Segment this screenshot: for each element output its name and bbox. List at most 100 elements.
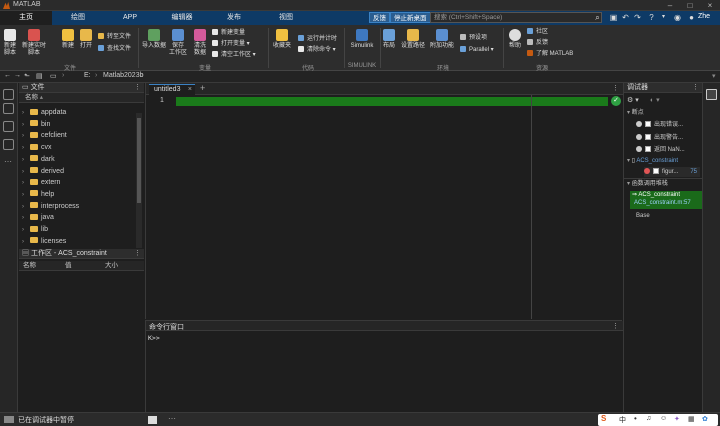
layout-button[interactable]: 布局: [381, 29, 397, 50]
user-avatar-icon[interactable]: ●: [686, 12, 697, 23]
list-item[interactable]: › licenses: [22, 236, 66, 248]
close-tab-icon[interactable]: ×: [188, 85, 192, 95]
add-tab-icon[interactable]: +: [200, 83, 205, 93]
favorites-button[interactable]: 收藏夹: [271, 29, 293, 50]
panel-menu-icon[interactable]: ⋮: [612, 322, 619, 330]
checkbox[interactable]: [645, 121, 651, 127]
microphone-icon[interactable]: ♫: [646, 415, 651, 422]
parallel-button[interactable]: Parallel ▾: [460, 46, 494, 54]
list-item[interactable]: › derived: [22, 166, 64, 178]
run-and-time-button[interactable]: 运行并计时: [298, 35, 337, 43]
back-arrow-icon[interactable]: ←: [4, 72, 11, 79]
search-input[interactable]: 搜索 (Ctrl+Shift+Space): [430, 12, 602, 23]
notification-icon[interactable]: ◉: [672, 12, 683, 23]
files-panel-icon[interactable]: [3, 89, 14, 100]
debug-options-icon[interactable]: ◐ ▾: [650, 96, 660, 104]
project-panel-icon[interactable]: [3, 121, 14, 132]
list-item[interactable]: › cvx: [22, 142, 52, 154]
tab-publish[interactable]: 发布: [208, 11, 260, 25]
column-name[interactable]: 名称: [23, 261, 36, 271]
list-item[interactable]: › lib: [22, 224, 48, 236]
help-button[interactable]: 帮助: [507, 29, 523, 50]
browse-folder-icon[interactable]: ▤: [36, 72, 43, 80]
history-panel-icon[interactable]: [3, 139, 14, 150]
punctuation-icon[interactable]: •: [634, 414, 637, 423]
emoji-icon[interactable]: ☺: [660, 415, 667, 422]
save-workspace-button[interactable]: 保存 工作区: [168, 29, 188, 57]
list-item[interactable]: › extern: [22, 177, 60, 189]
checkbox[interactable]: [645, 146, 651, 152]
ime-language[interactable]: 中: [619, 415, 626, 425]
maximize-icon[interactable]: □: [680, 0, 700, 11]
ime-logo-icon[interactable]: S: [601, 414, 606, 423]
clear-workspace-button[interactable]: 清空工作区 ▾: [212, 51, 256, 59]
clean-data-button[interactable]: 清洗 数据: [190, 29, 210, 57]
stop-new-desktop-button[interactable]: 停止新桌面: [390, 12, 431, 23]
code-analyzer-ok-icon[interactable]: ✓: [611, 96, 621, 106]
preferences-button[interactable]: 预设项: [460, 34, 487, 42]
addons-button[interactable]: 附加功能: [428, 29, 456, 50]
new-script-button[interactable]: 新建 脚本: [1, 29, 19, 57]
list-item[interactable]: 出现警告...: [636, 133, 683, 143]
up-folder-icon[interactable]: ⬑: [24, 72, 30, 80]
help-icon[interactable]: ?: [646, 12, 657, 23]
tab-editor[interactable]: 编辑器: [156, 11, 208, 25]
new-live-script-button[interactable]: 新建实时脚本: [21, 29, 47, 57]
breakpoint-file[interactable]: ▾ ▯ ACS_constraint: [627, 156, 678, 166]
debug-settings-icon[interactable]: ⚙ ▾: [627, 96, 639, 104]
file-column-header[interactable]: 名称 ▴: [19, 93, 144, 103]
skin-icon[interactable]: ✦: [674, 415, 680, 423]
feedback-button[interactable]: 反馈: [369, 12, 390, 23]
list-item[interactable]: › java: [22, 212, 54, 224]
panel-menu-icon[interactable]: ⋮: [692, 83, 699, 93]
file-icon[interactable]: [148, 416, 157, 424]
user-name[interactable]: Zhe: [698, 13, 710, 20]
redo-icon[interactable]: ↷: [632, 12, 643, 23]
list-item[interactable]: › dark: [22, 154, 55, 166]
find-file-button[interactable]: 查找文件: [98, 45, 131, 53]
more-icon[interactable]: ⋯: [4, 157, 12, 166]
chevron-down-icon[interactable]: ▾: [658, 12, 669, 23]
set-path-button[interactable]: 设置路径: [399, 29, 427, 50]
panel-menu-icon[interactable]: ⋮: [134, 249, 141, 259]
tab-view[interactable]: 视图: [260, 11, 312, 25]
call-stack-base[interactable]: Base: [636, 211, 650, 221]
learn-matlab-button[interactable]: 了解 MATLAB: [527, 50, 573, 58]
list-item[interactable]: › help: [22, 189, 54, 201]
search-icon[interactable]: ⌕: [592, 12, 603, 23]
simulink-button[interactable]: Simulink: [347, 29, 377, 50]
tab-apps[interactable]: APP: [104, 11, 156, 25]
tab-plots[interactable]: 绘图: [52, 11, 104, 25]
list-item[interactable]: 出现错误...: [636, 120, 683, 130]
list-item[interactable]: 返回 NaN...: [636, 145, 685, 155]
breakpoints-section[interactable]: ▾ 断点: [627, 108, 644, 118]
list-item[interactable]: › appdata: [22, 107, 66, 119]
forward-arrow-icon[interactable]: →: [14, 72, 21, 79]
tab-untitled3[interactable]: untitled3 ×: [149, 84, 195, 95]
breadcrumb-drive[interactable]: E:: [84, 72, 91, 79]
new-button[interactable]: 新建: [60, 29, 76, 50]
tab-home[interactable]: 主页: [0, 11, 52, 25]
close-icon[interactable]: ×: [700, 0, 720, 11]
debugger-panel-icon[interactable]: [706, 89, 717, 100]
panel-menu-icon[interactable]: ⋮: [134, 83, 141, 93]
command-prompt[interactable]: K>>: [148, 334, 160, 342]
address-dropdown-icon[interactable]: ▾: [712, 72, 716, 80]
breadcrumb-root-icon[interactable]: ▭: [50, 72, 57, 80]
request-support-button[interactable]: 反馈: [527, 39, 548, 47]
column-size[interactable]: 大小: [105, 261, 118, 271]
breakpoint-item[interactable]: figur... 75: [644, 167, 700, 177]
import-data-button[interactable]: 导入数据: [141, 29, 167, 50]
workspace-panel-icon[interactable]: [3, 103, 14, 114]
checkbox[interactable]: [653, 168, 659, 174]
column-value[interactable]: 值: [65, 261, 72, 271]
open-button[interactable]: 打开: [78, 29, 94, 50]
new-variable-button[interactable]: 新建变量: [212, 29, 245, 37]
list-item[interactable]: › cefclient: [22, 130, 67, 142]
breadcrumb-folder[interactable]: Matlab2023b: [103, 72, 143, 79]
undo-icon[interactable]: ↶: [620, 12, 631, 23]
settings-icon[interactable]: ✿: [702, 415, 708, 423]
file-panel-scrollbar[interactable]: [136, 113, 142, 248]
clear-commands-button[interactable]: 清除命令 ▾: [298, 46, 336, 54]
call-stack-current[interactable]: ⇒ ACS_constraint ACS_constraint.m:57: [630, 191, 702, 209]
